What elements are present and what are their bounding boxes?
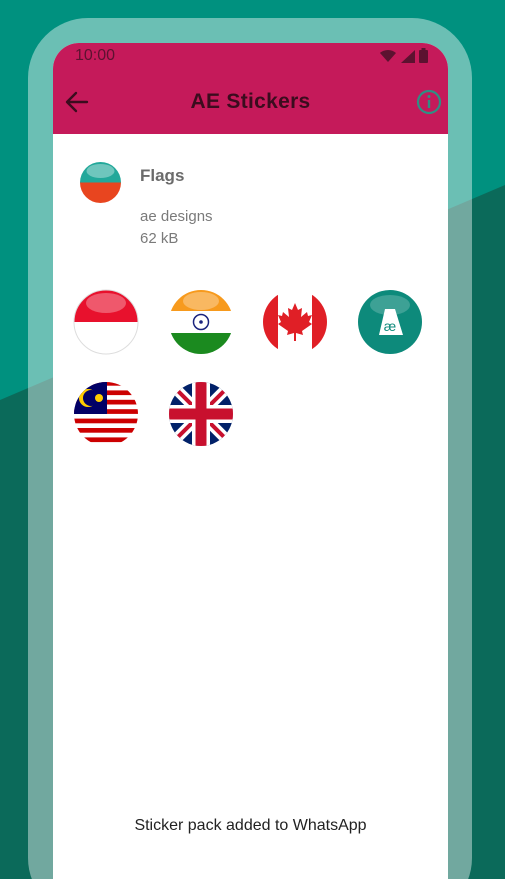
status-time: 10:00	[75, 47, 116, 64]
sticker-india-flag[interactable]	[168, 289, 234, 355]
sticker-malaysia-flag[interactable]	[73, 381, 139, 447]
wifi-icon	[380, 49, 396, 62]
pack-name: Flags	[140, 166, 185, 185]
pack-tray-icon	[80, 162, 121, 203]
app-title: AE Stickers	[190, 90, 311, 113]
app-bar: 10:00 AE Stickers	[53, 43, 448, 134]
signal-icon	[401, 50, 415, 63]
sticker-ae-logo[interactable]: æ	[357, 289, 423, 355]
status-message: Sticker pack added to WhatsApp	[134, 817, 367, 834]
battery-icon	[419, 48, 428, 63]
status-icons	[379, 48, 428, 63]
pack-publisher: ae designs	[140, 208, 213, 225]
phone-screen: 10:00 AE Stickers Flags ae designs 62 kB…	[53, 43, 448, 879]
info-icon[interactable]	[416, 89, 442, 115]
svg-text:æ: æ	[384, 318, 396, 334]
sticker-canada-flag[interactable]	[262, 289, 328, 355]
sticker-indonesia-flag[interactable]	[73, 289, 139, 355]
pack-size: 62 kB	[140, 230, 179, 247]
sticker-uk-flag[interactable]	[168, 381, 234, 447]
